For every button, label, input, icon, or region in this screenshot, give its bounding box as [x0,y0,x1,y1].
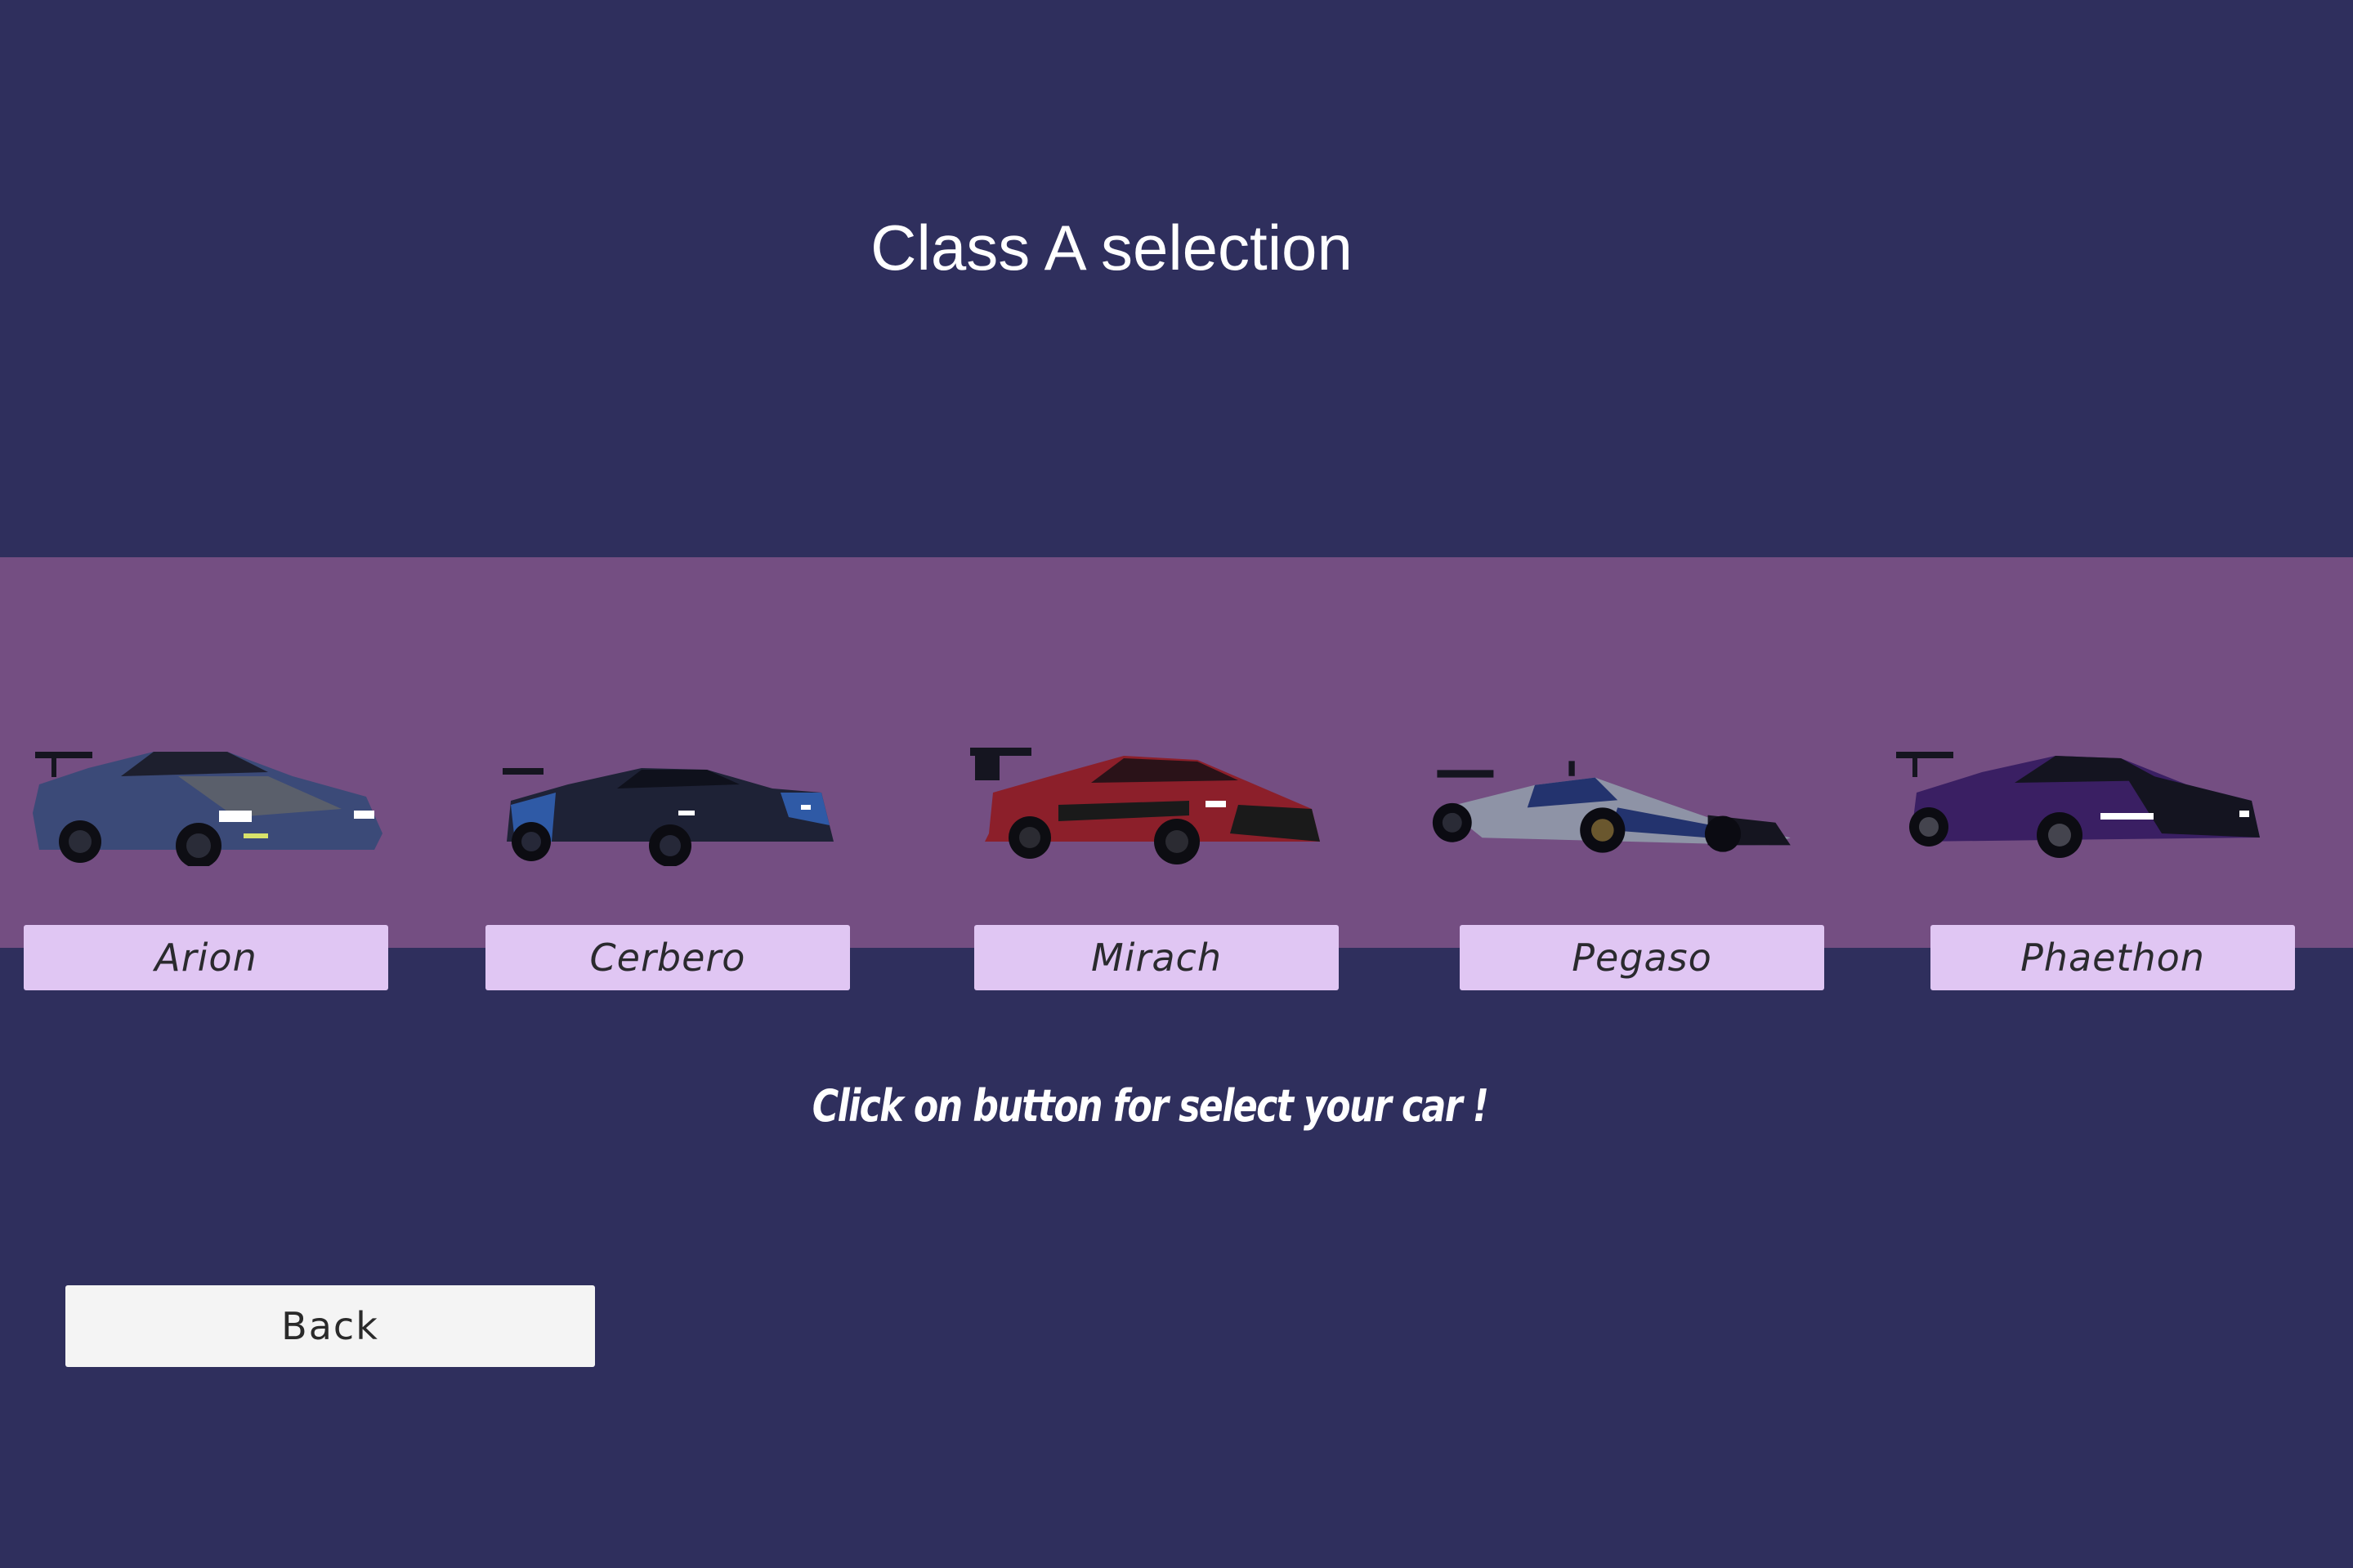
car-cerbero-image [503,768,834,866]
car-phaethon-image [1896,752,2260,858]
select-car-phaethon-button[interactable]: Phaethon [1930,925,2295,990]
car-mirach-image [970,748,1320,864]
select-car-pegaso-button[interactable]: Pegaso [1460,925,1824,990]
select-car-cerbero-button[interactable]: Cerbero [485,925,850,990]
page-title: Class A selection [870,212,1353,284]
car-arion-image [33,752,382,866]
instruction-text: Click on button for select your car ! [812,1080,1489,1132]
back-button[interactable]: Back [65,1285,595,1367]
car-pegaso-image [1432,761,1791,853]
select-car-arion-button[interactable]: Arion [24,925,388,990]
select-car-mirach-button[interactable]: Mirach [974,925,1339,990]
car-selection-screen: Class A selection Arion Cerbero Mirach P… [0,0,2353,1568]
